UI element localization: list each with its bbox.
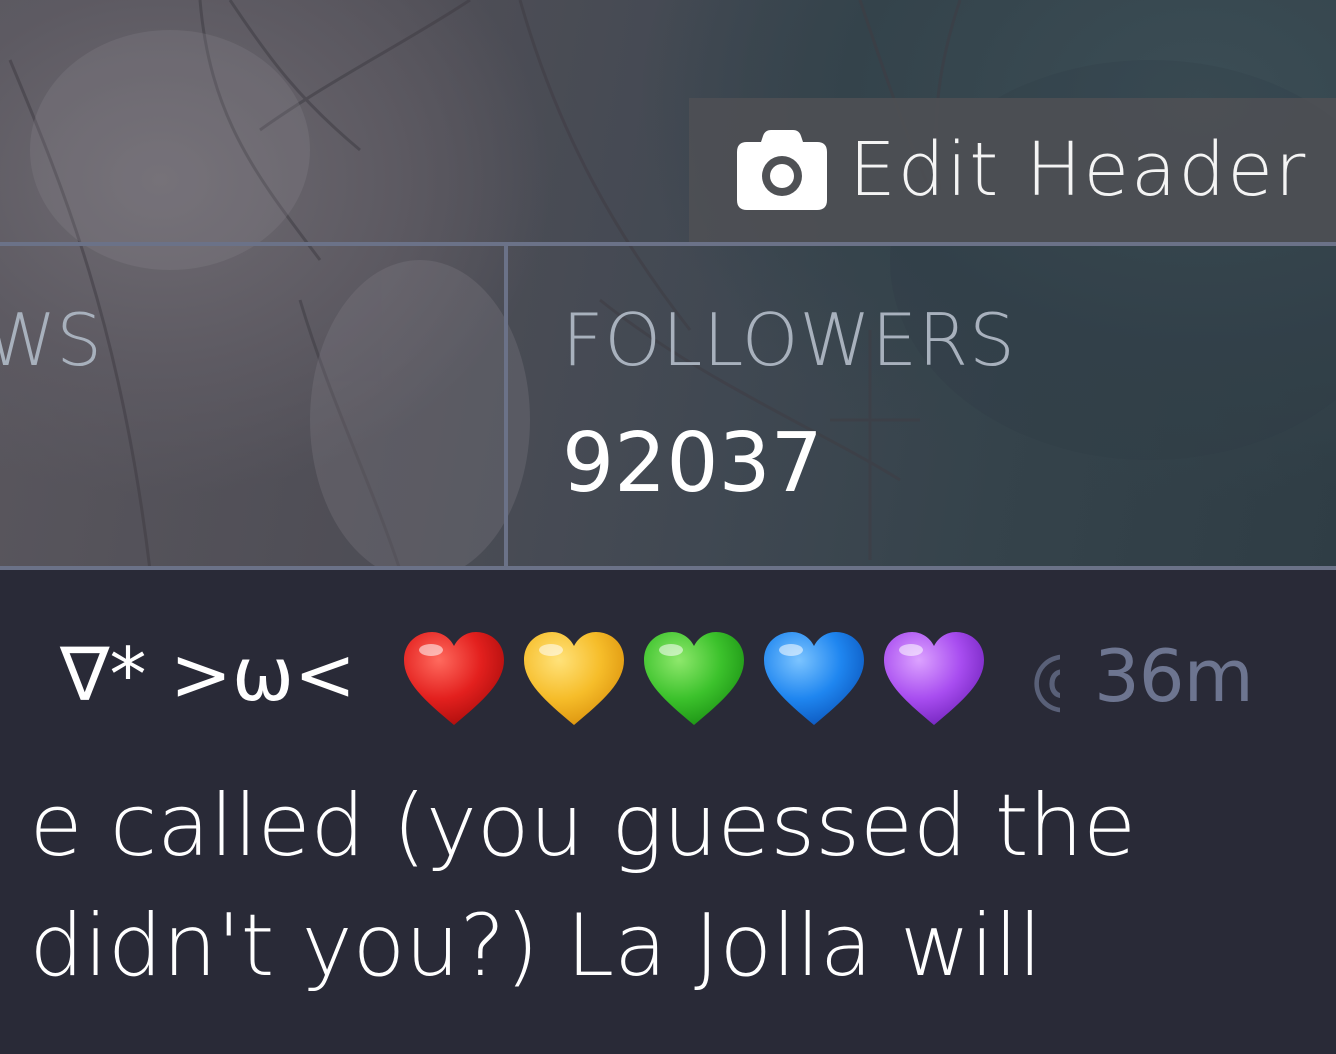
post-author-name[interactable]: ∇* >ω< <box>60 632 356 718</box>
blue-heart-icon <box>764 632 864 725</box>
post-author-handle[interactable]: @ <box>1030 644 1060 714</box>
views-clip: WS <box>0 246 504 566</box>
edit-header-label: Edit Header <box>849 127 1308 213</box>
post-timestamp[interactable]: 36m <box>1094 634 1254 718</box>
profile-stats: WS FOLLOWERS 92037 <box>0 242 1336 570</box>
followers-label: FOLLOWERS <box>562 298 1016 382</box>
red-heart-icon <box>404 632 504 725</box>
views-label: WS <box>0 298 102 382</box>
post-body-line: e called (you guessed the <box>29 776 1136 876</box>
post-item[interactable]: ∇* >ω< 36m e called (you guessed the did… <box>0 570 1336 1054</box>
yellow-heart-icon <box>524 632 624 725</box>
purple-heart-icon <box>884 632 984 725</box>
green-heart-icon <box>644 632 744 725</box>
post-header: ∇* >ω< 36m <box>0 622 1336 732</box>
post-body-line: didn't you?) La Jolla will <box>29 896 1042 996</box>
stat-views[interactable]: WS <box>0 246 508 566</box>
stat-followers[interactable]: FOLLOWERS 92037 <box>512 246 1336 566</box>
post-body: e called (you guessed the didn't you?) L… <box>0 766 1136 1006</box>
camera-icon <box>737 130 827 210</box>
edit-header-button[interactable]: Edit Header <box>689 98 1336 242</box>
profile-page: Edit Header WS FOLLOWERS 92037 ∇* >ω< 36… <box>0 0 1336 1054</box>
followers-count: 92037 <box>562 416 823 511</box>
author-name-emoji <box>404 630 984 730</box>
